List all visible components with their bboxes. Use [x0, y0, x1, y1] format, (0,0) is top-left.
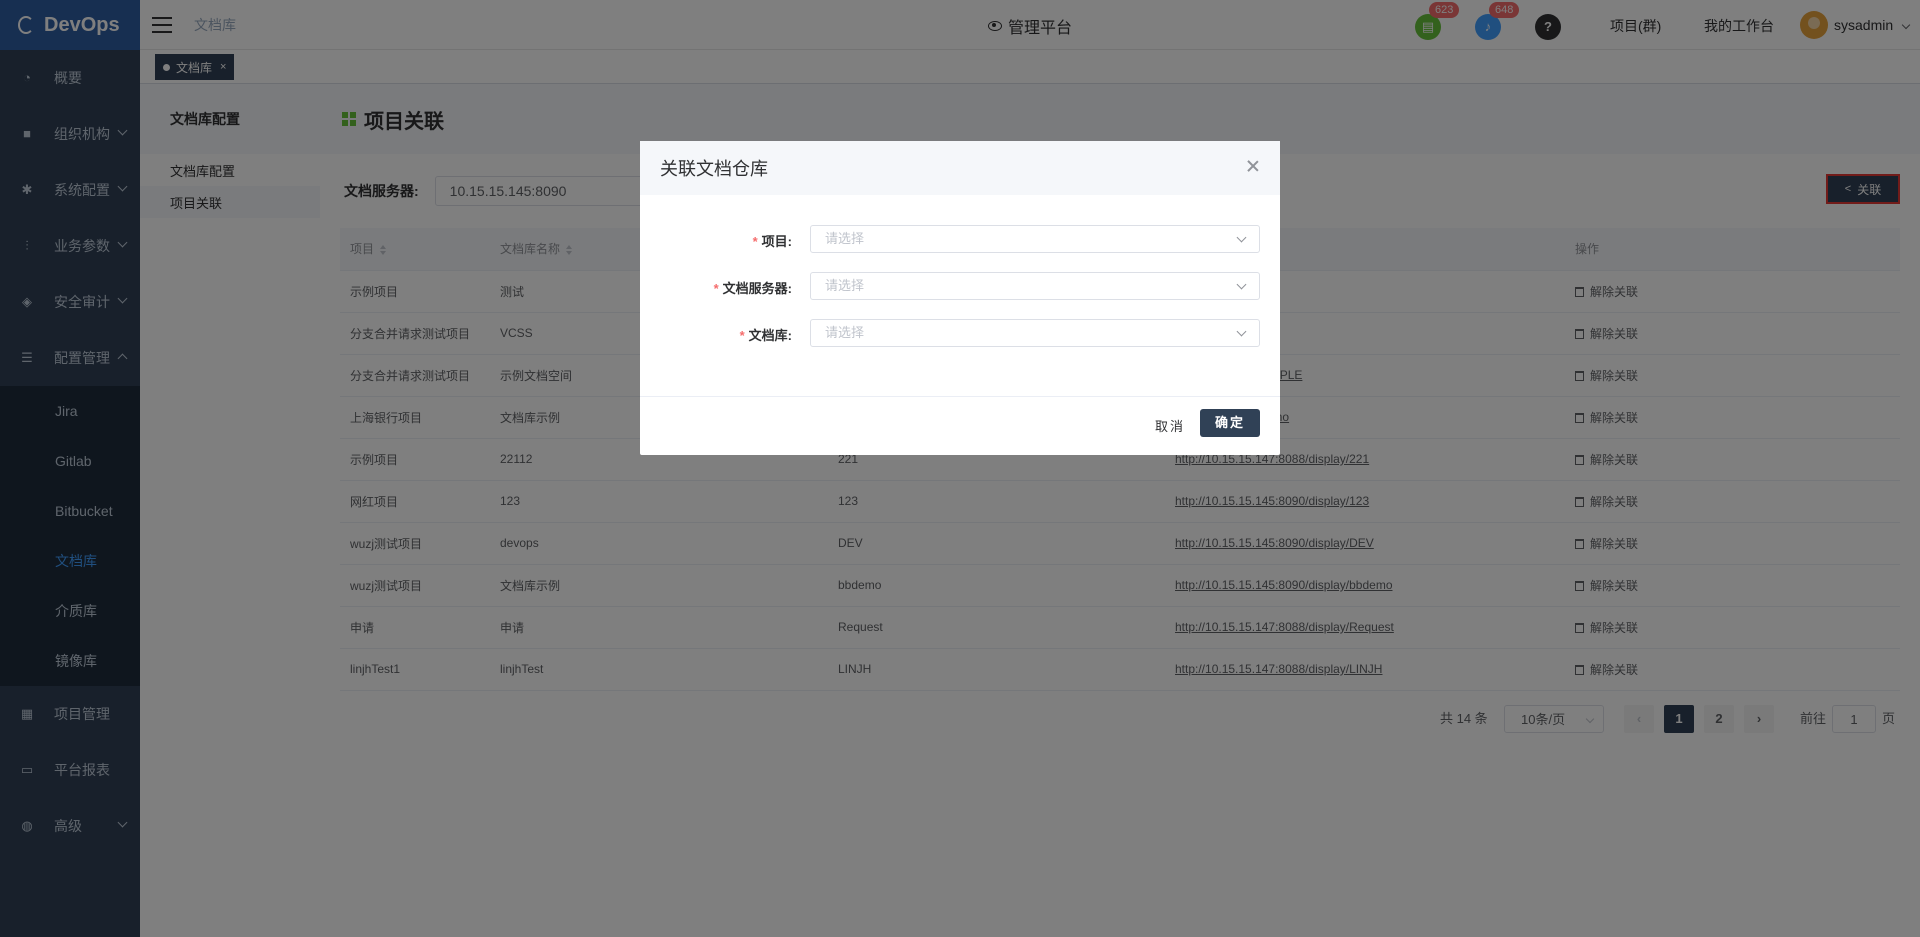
doc-server-select[interactable]: 请选择 [810, 272, 1260, 300]
close-icon[interactable] [1246, 159, 1260, 173]
doc-server-field-label: * 文档服务器: [713, 281, 792, 296]
confirm-button[interactable]: 确定 [1200, 409, 1260, 437]
chevron-down-icon [1236, 326, 1247, 337]
dialog-footer: 取消 确定 [640, 396, 1280, 455]
project-select[interactable]: 请选择 [810, 225, 1260, 253]
dialog-title: 关联文档仓库 [640, 141, 1280, 195]
doc-library-select[interactable]: 请选择 [810, 319, 1260, 347]
doc-library-field-label: * 文档库: [739, 328, 792, 343]
chevron-down-icon [1236, 279, 1247, 290]
project-field-label: * 项目: [752, 234, 792, 249]
form-row-doc-library: * 文档库: 请选择 [640, 319, 1280, 349]
form-row-project: * 项目: 请选择 [640, 225, 1280, 255]
chevron-down-icon [1236, 232, 1247, 243]
link-doc-repo-dialog: 关联文档仓库 * 项目: 请选择 * 文档服务器: 请选择 * 文档库: 请选择 取消… [640, 141, 1280, 455]
form-row-doc-server: * 文档服务器: 请选择 [640, 272, 1280, 302]
cancel-button[interactable]: 取消 [1155, 413, 1185, 441]
